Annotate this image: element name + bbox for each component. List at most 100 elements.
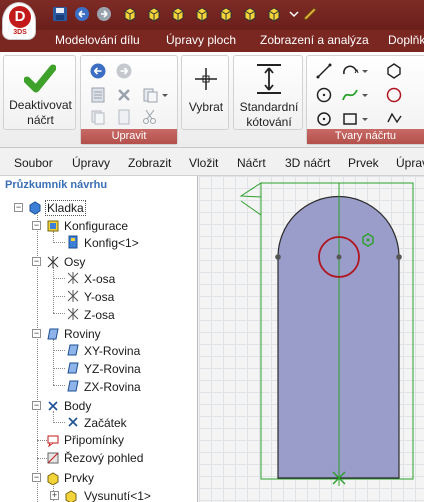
menu-modify[interactable]: Úprav	[396, 156, 424, 170]
polygon-icon[interactable]	[385, 62, 403, 80]
tree-item-points[interactable]: Body	[64, 399, 91, 413]
tab-part-modeling[interactable]: Modelování dílu	[55, 33, 140, 47]
cube-icon[interactable]	[194, 6, 210, 22]
tree-item-extrude-1[interactable]: Vysunutí<1>	[84, 489, 151, 502]
origin-icon	[68, 417, 78, 427]
rectangle-icon[interactable]	[341, 110, 359, 128]
collapse-toggle[interactable]: −	[32, 473, 41, 482]
configuration-icon	[47, 220, 59, 232]
tree-item-config-1[interactable]: Konfig<1>	[84, 236, 139, 250]
menu-view[interactable]: Zobrazit	[128, 156, 171, 170]
tree-item-annotations[interactable]: Připomínky	[64, 433, 124, 447]
delete-icon[interactable]	[115, 86, 133, 104]
standard-dimension-button[interactable]: Standardní kótování	[233, 55, 303, 130]
redo-icon[interactable]	[115, 62, 133, 80]
tree-item-root[interactable]: Kladka	[45, 200, 86, 216]
cube-icon[interactable]	[266, 6, 282, 22]
chevron-down-icon[interactable]	[361, 68, 369, 76]
collapse-toggle[interactable]: −	[32, 329, 41, 338]
cube-icon[interactable]	[146, 6, 162, 22]
undo-icon[interactable]	[74, 6, 90, 22]
constraint-glyph	[239, 182, 262, 198]
sketch-canvas[interactable]	[199, 176, 424, 502]
constraint-glyph	[366, 238, 370, 242]
chevron-down-icon[interactable]	[361, 92, 369, 100]
app-logo[interactable]: D 3DS	[2, 2, 36, 40]
cube-icon[interactable]	[242, 6, 258, 22]
line-icon[interactable]	[315, 62, 333, 80]
features-icon	[47, 472, 59, 485]
deactivate-sketch-button[interactable]: Deaktivovat náčrt	[3, 55, 76, 130]
logo-subtext: 3DS	[13, 29, 27, 36]
sketch-point[interactable]	[336, 254, 342, 260]
sketch-drawing[interactable]	[199, 176, 424, 502]
points-icon	[48, 401, 58, 411]
cube-icon[interactable]	[218, 6, 234, 22]
dimension-label-line2: kótování	[246, 115, 292, 129]
tab-addons[interactable]: Doplňk	[388, 33, 424, 47]
menu-bar: Soubor Úpravy Zobrazit Vložit Náčrt 3D n…	[0, 148, 424, 176]
edit-group: Upravit	[80, 55, 178, 145]
circle-icon[interactable]	[315, 110, 333, 128]
tree-connector	[53, 267, 54, 313]
polyline-icon[interactable]	[385, 110, 403, 128]
circle-icon[interactable]	[385, 86, 403, 104]
menu-3d-sketch[interactable]: 3D náčrt	[285, 156, 330, 170]
title-bar	[0, 0, 424, 30]
spline-icon[interactable]	[341, 86, 359, 104]
tree-item-planes[interactable]: Roviny	[64, 327, 101, 341]
sketch-shapes-group: Tvary náčrtu	[306, 55, 424, 145]
ruler-icon[interactable]	[302, 6, 318, 22]
tab-surface-edits[interactable]: Úpravy ploch	[166, 33, 236, 47]
tree-item-section-view[interactable]: Řezový pohled	[64, 451, 143, 465]
chevron-down-icon[interactable]	[361, 116, 369, 124]
crosshair-icon	[195, 68, 217, 90]
tab-view-analysis[interactable]: Zobrazení a analýza	[260, 33, 369, 47]
tree-connector	[53, 313, 65, 314]
collapse-toggle[interactable]: −	[32, 401, 41, 410]
document-icon[interactable]	[115, 108, 133, 126]
circle-icon[interactable]	[315, 86, 333, 104]
section-view-icon	[47, 452, 59, 464]
tree-item-z-axis[interactable]: Z-osa	[84, 308, 115, 322]
tree-item-yz-plane[interactable]: YZ-Rovina	[84, 362, 141, 376]
tree-item-origin[interactable]: Začátek	[84, 416, 127, 430]
arc-icon[interactable]	[341, 62, 359, 80]
paste-icon[interactable]	[141, 86, 159, 104]
menu-edit[interactable]: Úpravy	[72, 156, 110, 170]
tree-connector	[53, 368, 65, 369]
tree-item-axes[interactable]: Osy	[64, 255, 85, 269]
collapse-toggle[interactable]: −	[14, 203, 23, 212]
tree-connector	[53, 422, 65, 423]
tree-item-x-axis[interactable]: X-osa	[84, 272, 115, 286]
collapse-toggle[interactable]: −	[32, 221, 41, 230]
tree-item-features[interactable]: Prvky	[64, 471, 94, 485]
expand-toggle[interactable]: +	[50, 491, 59, 500]
axis-icon	[67, 308, 79, 320]
menu-file[interactable]: Soubor	[14, 156, 53, 170]
tree-connector	[53, 278, 65, 279]
chevron-down-icon[interactable]	[161, 92, 169, 100]
scissors-icon[interactable]	[141, 108, 159, 126]
select-button[interactable]: Vybrat	[181, 55, 229, 130]
redo-icon[interactable]	[96, 6, 112, 22]
undo-icon[interactable]	[89, 62, 107, 80]
tree-item-zx-plane[interactable]: ZX-Rovina	[84, 380, 141, 394]
collapse-toggle[interactable]: −	[32, 257, 41, 266]
menu-feature[interactable]: Prvek	[348, 156, 379, 170]
sketch-point[interactable]	[275, 254, 281, 260]
tree-item-y-axis[interactable]: Y-osa	[84, 290, 114, 304]
copy-icon[interactable]	[89, 108, 107, 126]
cube-icon[interactable]	[170, 6, 186, 22]
menu-sketch[interactable]: Náčrt	[237, 156, 266, 170]
list-icon[interactable]	[89, 86, 107, 104]
save-icon[interactable]	[52, 6, 68, 22]
cube-icon[interactable]	[122, 6, 138, 22]
sketch-point[interactable]	[396, 254, 402, 260]
edit-group-label: Upravit	[81, 129, 177, 144]
chevron-down-icon[interactable]	[286, 6, 302, 22]
tree-item-configurations[interactable]: Konfigurace	[64, 219, 128, 233]
tree-item-xy-plane[interactable]: XY-Rovina	[84, 344, 140, 358]
menu-insert[interactable]: Vložit	[189, 156, 218, 170]
deactivate-label-line1: Deaktivovat	[9, 98, 72, 112]
